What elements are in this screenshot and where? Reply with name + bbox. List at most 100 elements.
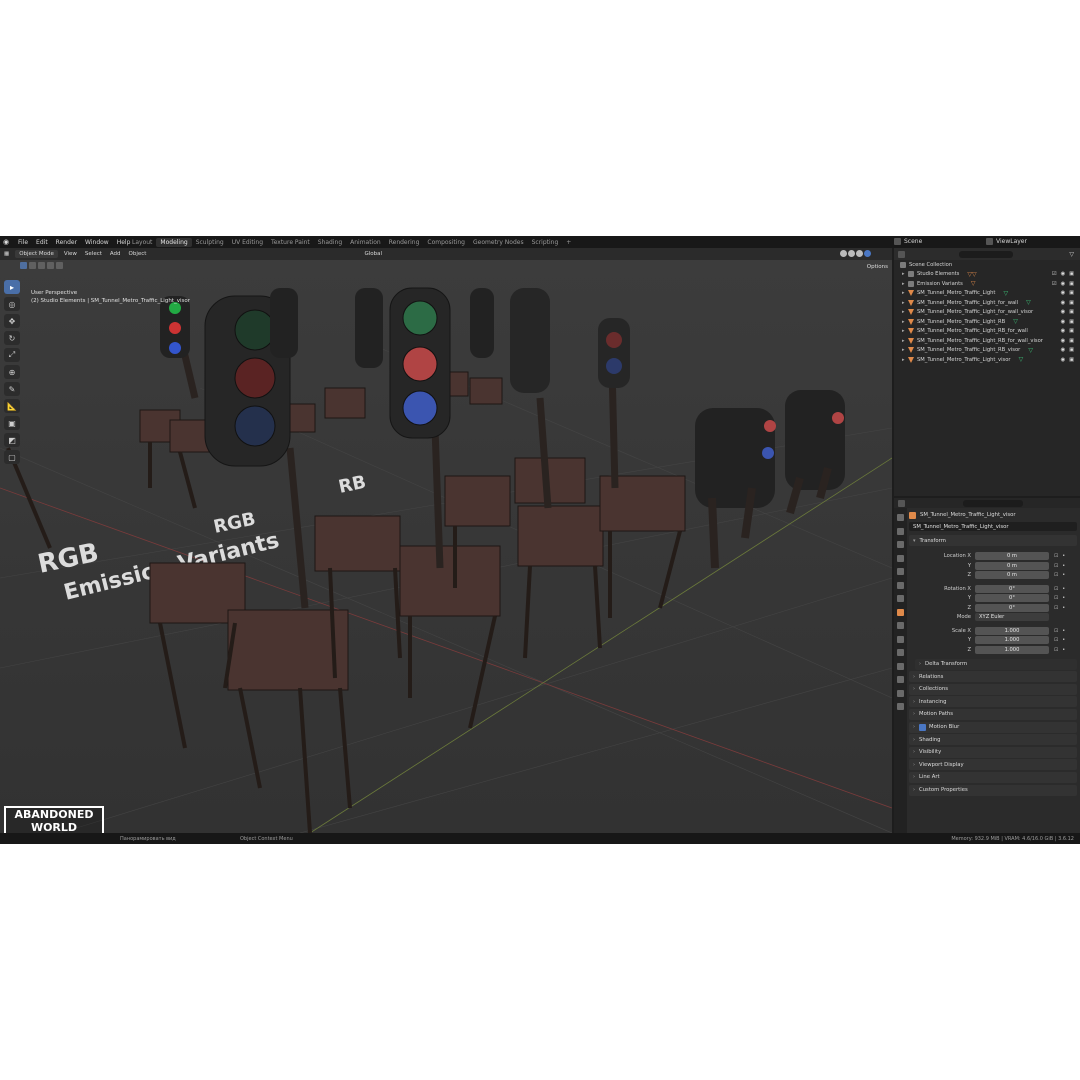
outliner-row[interactable]: ▸ Emission Variants ▽ ☑ ◉ ▣ — [894, 279, 1080, 289]
motion-blur-panel-header[interactable]: › Motion Blur — [909, 721, 1077, 733]
tab-shading[interactable]: Shading — [314, 238, 346, 247]
camera-icon[interactable]: ▣ — [1069, 281, 1074, 287]
menu-render[interactable]: Render — [52, 239, 81, 246]
outliner-row[interactable]: ▸ SM_Tunnel_Metro_Traffic_Light_RB_for_w… — [894, 336, 1080, 346]
keyframe-icon[interactable]: • — [1062, 595, 1065, 601]
scene-tab-icon[interactable] — [897, 568, 904, 575]
wireframe-shading-icon[interactable] — [840, 250, 847, 257]
camera-icon[interactable]: ▣ — [1069, 271, 1074, 277]
tab-animation[interactable]: Animation — [346, 238, 385, 247]
physics-tab-icon[interactable] — [897, 649, 904, 656]
tool-tab-icon[interactable] — [897, 514, 904, 521]
annotate-tool-icon[interactable]: ✎ — [4, 382, 20, 396]
lock-icon[interactable]: ⊡ — [1054, 586, 1058, 592]
transform-tool-icon[interactable]: ⊕ — [4, 365, 20, 379]
scene-selector[interactable]: Scene — [894, 237, 978, 246]
location-z-field[interactable]: 0 m — [975, 571, 1049, 580]
eye-icon[interactable]: ◉ — [1061, 347, 1066, 353]
outliner-row[interactable]: ▸ Studio Elements ▽▽ ☑ ◉ ▣ — [894, 270, 1080, 280]
keyframe-icon[interactable]: • — [1062, 637, 1065, 643]
menu-edit[interactable]: Edit — [32, 239, 52, 246]
eye-icon[interactable]: ◉ — [1061, 319, 1066, 325]
constraints-tab-icon[interactable] — [897, 662, 904, 670]
lock-icon[interactable]: ⊡ — [1054, 637, 1058, 643]
material-tab-icon[interactable] — [897, 689, 904, 697]
data-tab-icon[interactable] — [897, 676, 904, 683]
checkbox-icon[interactable]: ☑ — [1052, 281, 1057, 287]
add-cube-tool-icon[interactable]: ▣ — [4, 416, 20, 430]
transform-orientation-select[interactable]: Global — [360, 251, 386, 257]
select-menu[interactable]: Select — [81, 251, 106, 257]
mode-select[interactable]: Object Mode — [15, 250, 58, 258]
rotation-x-field[interactable]: 0° — [975, 584, 1049, 593]
view-layer-tab-icon[interactable] — [897, 554, 904, 562]
rotation-mode-select[interactable]: XYZ Euler — [975, 613, 1049, 622]
motion-paths-panel-header[interactable]: › Motion Paths — [909, 708, 1077, 720]
rendered-shading-icon[interactable] — [864, 250, 871, 257]
add-object-tool-icon[interactable]: ▢ — [4, 450, 20, 464]
blender-logo-icon[interactable]: ◉ — [3, 238, 11, 246]
line-art-panel-header[interactable]: › Line Art — [909, 771, 1077, 783]
view-menu[interactable]: View — [60, 251, 81, 257]
scale-tool-icon[interactable]: ⤢ — [4, 348, 20, 362]
select-subtract-icon[interactable] — [38, 262, 45, 269]
transform-panel-header[interactable]: ▾ Transform — [909, 535, 1077, 546]
tab-rendering[interactable]: Rendering — [385, 238, 424, 247]
editor-type-icon[interactable]: ▦ — [0, 251, 13, 257]
lock-icon[interactable]: ⊡ — [1054, 563, 1058, 569]
outliner-search[interactable] — [959, 250, 1013, 258]
location-y-field[interactable]: 0 m — [975, 561, 1049, 570]
scale-y-field[interactable]: 1.000 — [975, 636, 1049, 645]
measure-tool-icon[interactable]: 📐 — [4, 399, 20, 413]
filter-icon[interactable]: ▽ — [1069, 251, 1074, 258]
modifier-tab-icon[interactable] — [897, 622, 904, 629]
lock-icon[interactable]: ⊡ — [1054, 572, 1058, 578]
texture-tab-icon[interactable] — [897, 703, 904, 710]
eye-icon[interactable]: ◉ — [1061, 357, 1066, 363]
tab-geometry-nodes[interactable]: Geometry Nodes — [469, 238, 528, 247]
lock-icon[interactable]: ⊡ — [1054, 553, 1058, 559]
select-new-icon[interactable] — [20, 262, 27, 269]
eye-icon[interactable]: ◉ — [1061, 290, 1066, 296]
collections-panel-header[interactable]: › Collections — [909, 683, 1077, 695]
keyframe-icon[interactable]: • — [1062, 628, 1065, 634]
keyframe-icon[interactable]: • — [1062, 586, 1065, 592]
select-invert-icon[interactable] — [47, 262, 54, 269]
options-button[interactable]: Options — [867, 264, 888, 270]
viewlayer-selector[interactable]: ViewLayer — [986, 237, 1076, 246]
tab-uv-editing[interactable]: UV Editing — [228, 238, 267, 247]
scale-z-field[interactable]: 1.000 — [975, 645, 1049, 654]
camera-icon[interactable]: ▣ — [1069, 328, 1074, 334]
camera-icon[interactable]: ▣ — [1069, 319, 1074, 325]
material-shading-icon[interactable] — [856, 250, 863, 257]
rotate-tool-icon[interactable]: ↻ — [4, 331, 20, 345]
lock-icon[interactable]: ⊡ — [1054, 605, 1058, 611]
add-menu[interactable]: Add — [106, 251, 125, 257]
delta-transform-header[interactable]: › Delta Transform — [915, 658, 1077, 670]
keyframe-icon[interactable]: • — [1062, 572, 1065, 578]
tab-compositing[interactable]: Compositing — [423, 238, 469, 247]
select-intersect-icon[interactable] — [56, 262, 63, 269]
particles-tab-icon[interactable] — [897, 635, 904, 643]
location-x-field[interactable]: 0 m — [975, 552, 1049, 561]
add-workspace-button[interactable]: + — [562, 238, 575, 247]
object-name-field[interactable]: SM_Tunnel_Metro_Traffic_Light_visor — [909, 522, 1077, 531]
outliner-display-mode-icon[interactable] — [898, 250, 905, 258]
outliner-row[interactable]: ▸ SM_Tunnel_Metro_Traffic_Light ▽ ◉ ▣ — [894, 289, 1080, 299]
properties-editor-icon[interactable] — [898, 499, 905, 507]
camera-icon[interactable]: ▣ — [1069, 338, 1074, 344]
scale-x-field[interactable]: 1.000 — [975, 626, 1049, 635]
outliner-row[interactable]: ▸ SM_Tunnel_Metro_Traffic_Light_RB_visor… — [894, 346, 1080, 356]
eye-icon[interactable]: ◉ — [1061, 309, 1066, 315]
camera-icon[interactable]: ▣ — [1069, 357, 1074, 363]
lock-icon[interactable]: ⊡ — [1054, 595, 1058, 601]
relations-panel-header[interactable]: › Relations — [909, 671, 1077, 683]
camera-icon[interactable]: ▣ — [1069, 300, 1074, 306]
eye-icon[interactable]: ◉ — [1061, 338, 1066, 344]
menu-file[interactable]: File — [14, 239, 32, 246]
camera-icon[interactable]: ▣ — [1069, 347, 1074, 353]
3d-viewport[interactable]: RGB Emission Variants RGB RB ▦ Object Mo… — [0, 248, 892, 833]
rotation-y-field[interactable]: 0° — [975, 594, 1049, 603]
cursor-tool-icon[interactable]: ◎ — [4, 297, 20, 311]
outliner-row[interactable]: ▸ SM_Tunnel_Metro_Traffic_Light_for_wall… — [894, 298, 1080, 308]
